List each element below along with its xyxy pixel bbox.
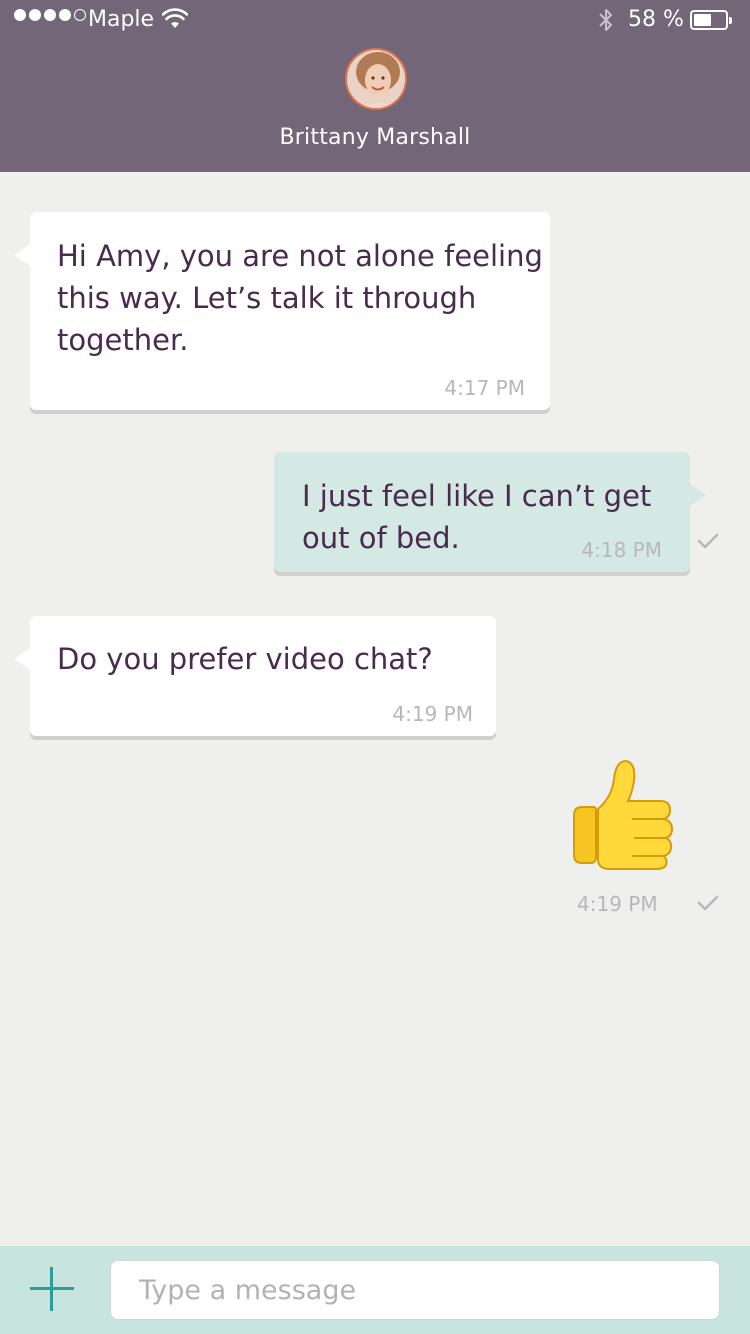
contact-name[interactable]: Brittany Marshall [0,125,750,150]
incoming-message[interactable]: Do you prefer video chat? 4:19 PM [14,616,496,736]
thumbs-up-message[interactable] [560,755,680,870]
message-time: 4:17 PM [444,376,525,400]
status-bar: Maple 58 % [0,0,750,42]
message-time: 4:19 PM [392,702,473,726]
thumbs-up-icon [573,759,674,870]
message-time: 4:19 PM [577,892,658,916]
incoming-message[interactable]: Hi Amy, you are not alone feeling this w… [14,212,550,410]
message-text: Hi Amy, you are not alone feeling this w… [57,239,543,357]
signal-dots-icon [14,9,86,21]
plus-icon[interactable] [30,1267,74,1311]
battery-icon [690,10,732,30]
message-composer [0,1246,750,1334]
checkmark-icon [697,895,719,911]
chat-header: Maple 58 % Brittany Marshall [0,0,750,172]
message-text: Do you prefer video chat? [57,642,433,676]
battery-percent: 58 % [628,7,684,32]
message-time: 4:18 PM [581,538,662,562]
contact-avatar[interactable] [345,48,407,110]
battery-level [694,14,711,26]
bluetooth-icon [597,7,615,39]
outgoing-message[interactable]: I just feel like I can’t get out of bed.… [274,452,706,572]
wifi-icon [161,8,189,36]
carrier-name: Maple [88,7,155,32]
message-input[interactable] [110,1260,720,1320]
checkmark-icon [697,533,719,549]
